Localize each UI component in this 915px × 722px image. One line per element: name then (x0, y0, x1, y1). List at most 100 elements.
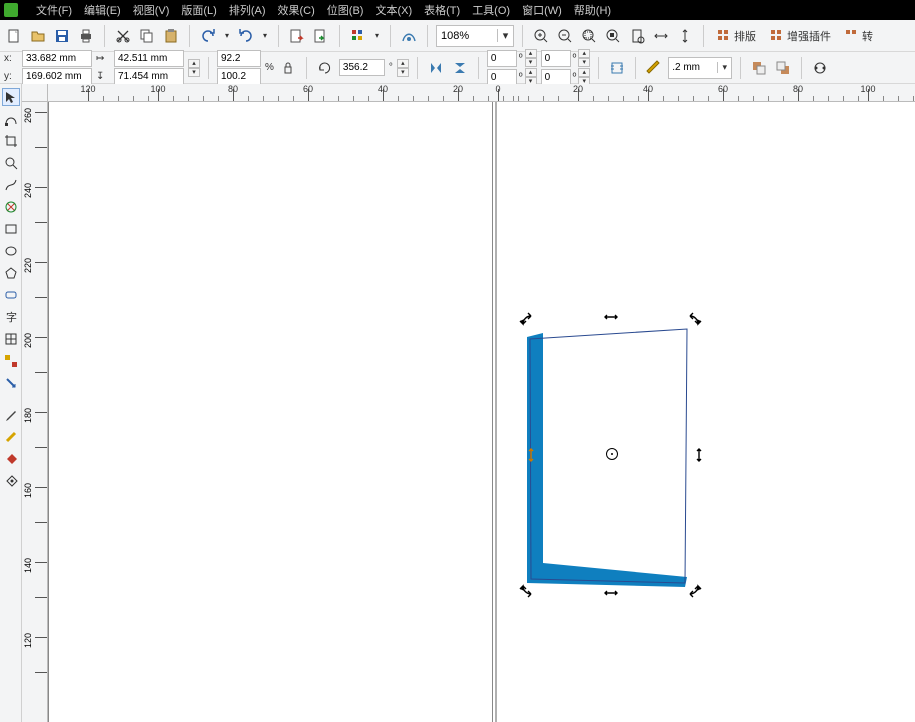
mirror-v-icon[interactable] (450, 58, 470, 78)
ruler-corner[interactable] (22, 84, 48, 102)
zoom-out-icon[interactable] (555, 26, 575, 46)
menu-help[interactable]: 帮助(H) (574, 2, 611, 18)
menu-text[interactable]: 文本(X) (375, 2, 412, 18)
menu-edit[interactable]: 编辑(E) (84, 2, 121, 18)
zoom-input[interactable] (437, 28, 497, 44)
page-left-edge (48, 102, 49, 722)
outline-width-input[interactable] (669, 60, 717, 75)
rectangle-tool[interactable] (2, 220, 20, 238)
polygon-tool[interactable] (2, 264, 20, 282)
skew-handle-top[interactable] (604, 310, 618, 324)
connector-tool[interactable] (2, 374, 20, 392)
to-back-icon[interactable] (773, 58, 793, 78)
zoom-tool[interactable] (2, 154, 20, 172)
skew-handle-left[interactable] (524, 448, 538, 462)
corners-x-input[interactable] (541, 50, 571, 67)
dimension-tool[interactable] (2, 352, 20, 370)
zoom-selection-icon[interactable] (579, 26, 599, 46)
rotate-handle-br[interactable] (688, 584, 702, 598)
ruler-horizontal[interactable]: 12010080604020020406080100 (48, 84, 915, 102)
new-button[interactable] (4, 26, 24, 46)
drawing-canvas[interactable] (48, 102, 915, 722)
chevron-down-icon[interactable]: ▾ (717, 62, 731, 73)
rotation-center[interactable] (606, 448, 618, 460)
rotate-handle-bl[interactable] (519, 584, 533, 598)
redo-dropdown-icon[interactable]: ▾ (260, 26, 270, 46)
lock-ratio-icon[interactable] (278, 58, 298, 78)
corners-x-spinner[interactable]: ▴▾ (578, 49, 590, 67)
menu-layout[interactable]: 版面(L) (181, 2, 216, 18)
object-height-input[interactable] (114, 68, 184, 85)
open-button[interactable] (28, 26, 48, 46)
skew-x-input[interactable] (487, 50, 517, 67)
cut-button[interactable] (113, 26, 133, 46)
skew-y-input[interactable] (487, 69, 517, 86)
chevron-down-icon[interactable]: ▾ (497, 29, 513, 42)
object-y-input[interactable] (22, 68, 92, 85)
menu-window[interactable]: 窗口(W) (522, 2, 562, 18)
fill-tool[interactable] (2, 450, 20, 468)
menu-table[interactable]: 表格(T) (424, 2, 460, 18)
menu-effects[interactable]: 效果(C) (278, 2, 315, 18)
outline-width-combo[interactable]: ▾ (668, 57, 732, 79)
enhance-plugins-button[interactable]: 增强插件 (765, 25, 836, 47)
skew-handle-right[interactable] (692, 448, 706, 462)
convert-button[interactable]: 转 (840, 25, 878, 47)
redo-button[interactable] (236, 26, 256, 46)
ellipse-tool[interactable] (2, 242, 20, 260)
app-launcher-button[interactable] (348, 26, 368, 46)
scale-x-input[interactable] (217, 50, 261, 67)
print-button[interactable] (76, 26, 96, 46)
zoom-page-icon[interactable] (627, 26, 647, 46)
skew-handle-bottom[interactable] (604, 586, 618, 600)
welcome-button[interactable] (399, 26, 419, 46)
zoom-combo[interactable]: ▾ (436, 25, 514, 47)
zoom-width-icon[interactable] (651, 26, 671, 46)
freehand-tool[interactable] (2, 176, 20, 194)
interactive-fill-tool[interactable] (2, 472, 20, 490)
crop-tool[interactable] (2, 132, 20, 150)
dropdown-icon[interactable]: ▾ (372, 26, 382, 46)
menu-arrange[interactable]: 排列(A) (229, 2, 266, 18)
menu-bitmap[interactable]: 位图(B) (327, 2, 364, 18)
ruler-vertical[interactable]: 260240220200180160140120 (22, 102, 48, 722)
object-x-input[interactable] (22, 50, 92, 67)
selected-shape[interactable] (527, 327, 697, 597)
zoom-height-icon[interactable] (675, 26, 695, 46)
rotation-input[interactable] (339, 59, 385, 76)
mirror-h-icon[interactable] (426, 58, 446, 78)
smart-fill-tool[interactable] (2, 198, 20, 216)
skew-x-spinner[interactable]: ▴▾ (525, 49, 537, 67)
scale-y-input[interactable] (217, 68, 261, 85)
eyedropper-tool[interactable] (2, 406, 20, 424)
text-tool[interactable]: 字 (2, 308, 20, 326)
zoom-all-icon[interactable] (603, 26, 623, 46)
import-button[interactable] (287, 26, 307, 46)
object-width-input[interactable] (114, 50, 184, 67)
corners-y-input[interactable] (541, 69, 571, 86)
menu-file[interactable]: 文件(F) (36, 2, 72, 18)
export-button[interactable] (311, 26, 331, 46)
percent-label: % (265, 62, 274, 73)
outline-tool[interactable] (2, 428, 20, 446)
shape-tool[interactable] (2, 110, 20, 128)
save-button[interactable] (52, 26, 72, 46)
copy-button[interactable] (137, 26, 157, 46)
rotate-handle-tl[interactable] (519, 312, 533, 326)
undo-button[interactable] (198, 26, 218, 46)
paste-button[interactable] (161, 26, 181, 46)
menu-tools[interactable]: 工具(O) (472, 2, 510, 18)
pick-tool[interactable] (2, 88, 20, 106)
typeset-button[interactable]: 排版 (712, 25, 761, 47)
size-spinner[interactable]: ▴▾ (188, 59, 200, 77)
to-front-icon[interactable] (749, 58, 769, 78)
wrap-text-icon[interactable] (607, 58, 627, 78)
table-tool[interactable] (2, 330, 20, 348)
basic-shapes-tool[interactable] (2, 286, 20, 304)
menu-view[interactable]: 视图(V) (133, 2, 170, 18)
undo-dropdown-icon[interactable]: ▾ (222, 26, 232, 46)
rotation-spinner[interactable]: ▴▾ (397, 59, 409, 77)
rotate-handle-tr[interactable] (688, 312, 702, 326)
zoom-in-icon[interactable] (531, 26, 551, 46)
convert-curve-icon[interactable] (810, 58, 830, 78)
